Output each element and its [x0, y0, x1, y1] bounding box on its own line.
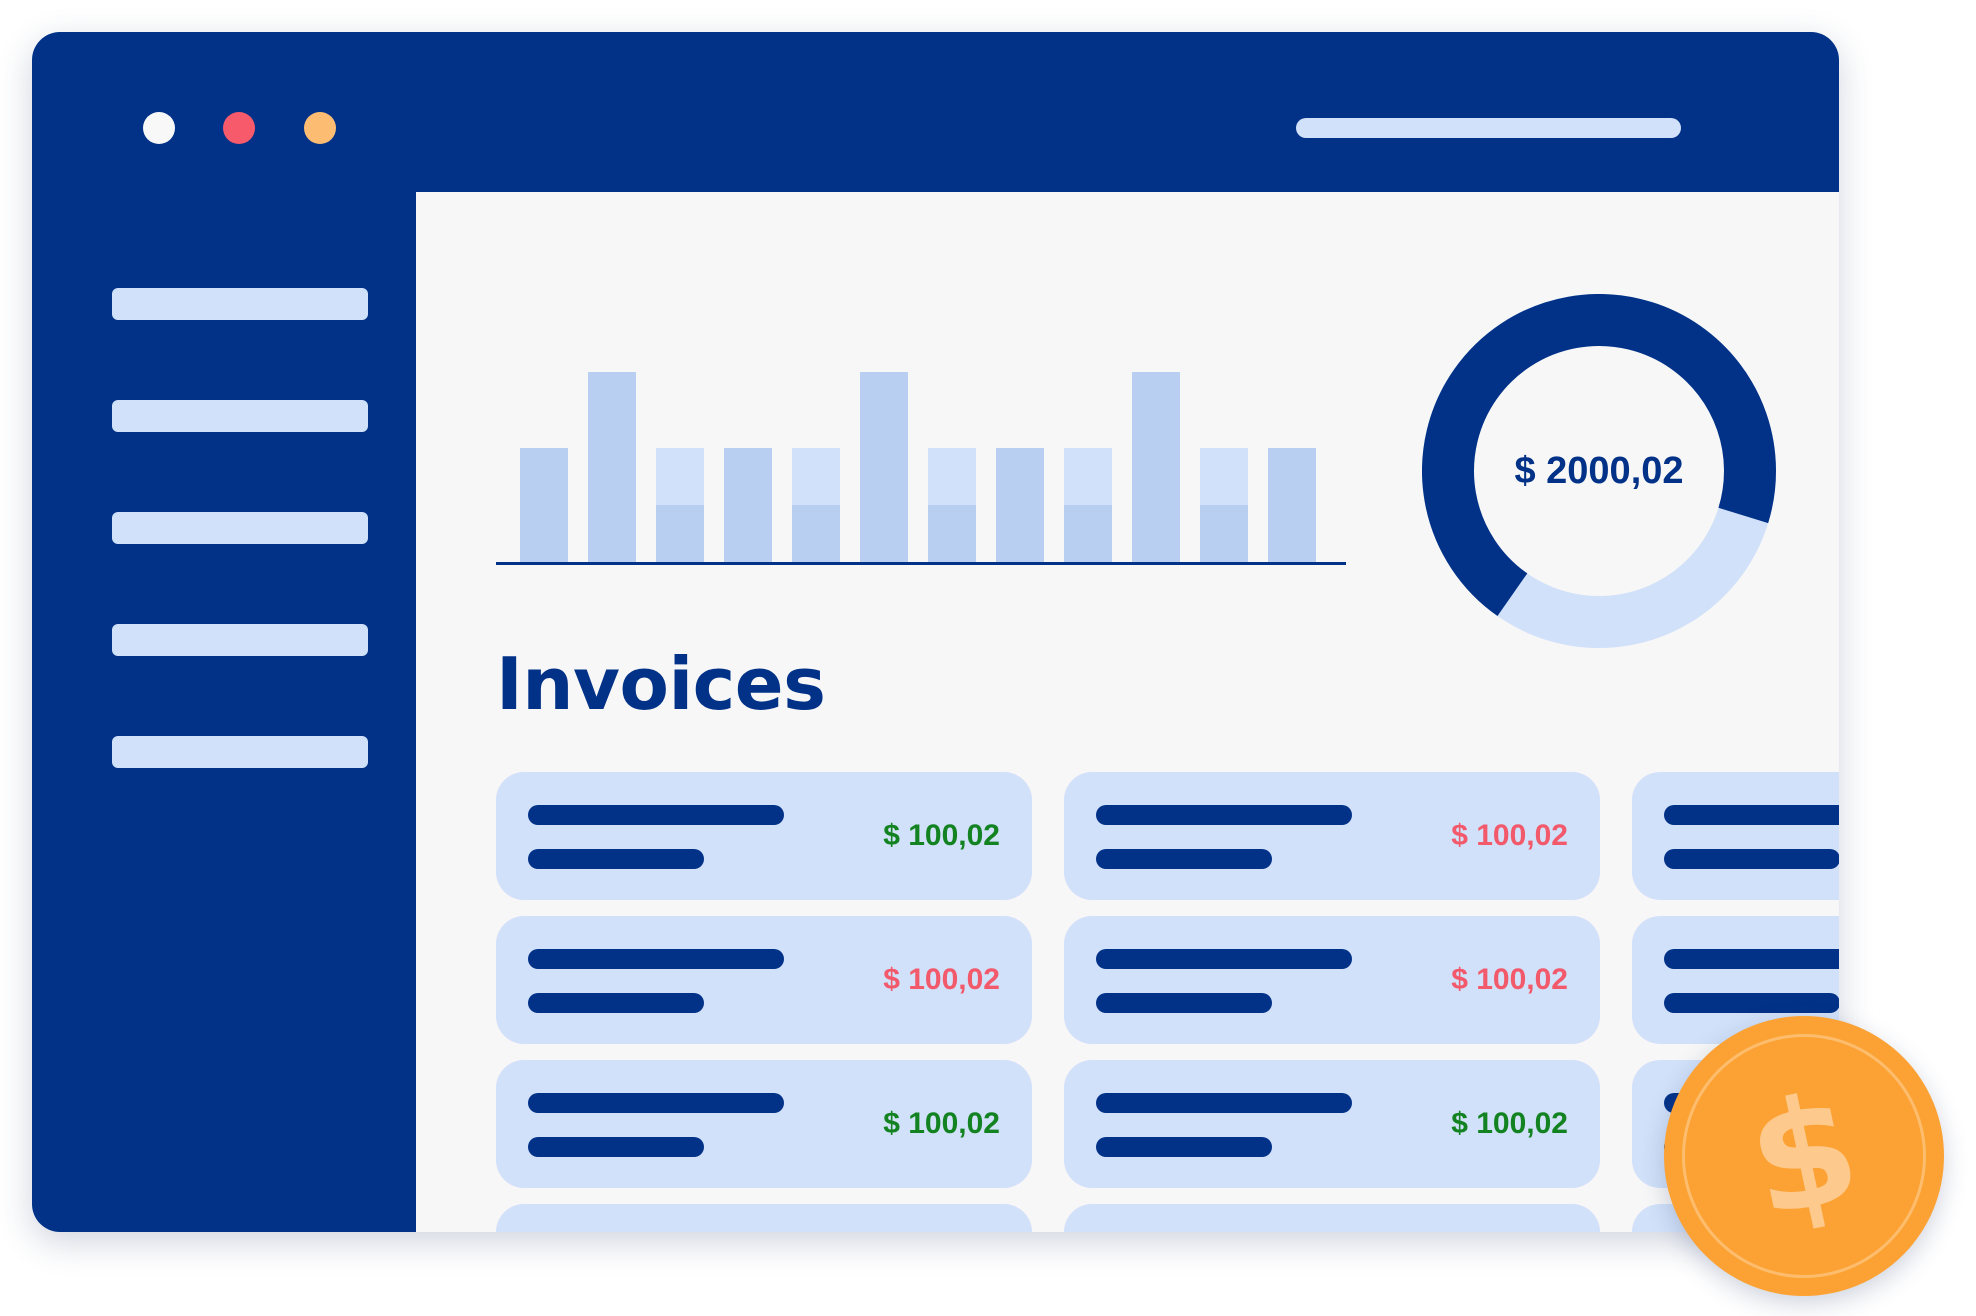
chart-bar	[1200, 448, 1248, 505]
chart-bar	[996, 448, 1044, 562]
chart-bar	[1200, 505, 1248, 562]
chart-bar	[1064, 448, 1112, 505]
invoice-amount: $ 100,02	[1451, 1107, 1568, 1140]
app-window: $ 2000,02 Invoices $ 100,02 $ 100,02 $ 100…	[32, 32, 1839, 1232]
window-close-button[interactable]	[143, 112, 175, 144]
page-title: Invoices	[496, 642, 826, 726]
invoice-title-placeholder	[1096, 805, 1352, 825]
invoice-amount: $ 100,02	[883, 1107, 1000, 1140]
invoice-amount: $ 100,02	[883, 1204, 1000, 1232]
invoice-card[interactable]: $ 100,02	[496, 1204, 1032, 1232]
sidebar-item[interactable]	[112, 512, 368, 544]
invoice-card[interactable]: $ 100,02	[1064, 916, 1600, 1044]
invoice-title-placeholder	[1664, 805, 1839, 825]
chart-bar	[724, 448, 772, 562]
chart-bar	[792, 505, 840, 562]
address-bar[interactable]	[1296, 118, 1681, 138]
chart-bar	[588, 372, 636, 562]
invoice-amount: $ 100,02	[1451, 819, 1568, 852]
coin-badge: $	[1664, 1016, 1944, 1296]
invoice-amount: $ 100,02	[883, 819, 1000, 852]
main-content: $ 2000,02 Invoices $ 100,02 $ 100,02 $ 100…	[416, 192, 1839, 1232]
invoice-subtitle-placeholder	[1096, 993, 1272, 1013]
invoice-title-placeholder	[528, 949, 784, 969]
sidebar-item[interactable]	[112, 624, 368, 656]
sidebar-item[interactable]	[112, 736, 368, 768]
chart-bar	[520, 448, 568, 562]
invoice-title-placeholder	[528, 1093, 784, 1113]
chart-bar	[792, 448, 840, 505]
invoice-title-placeholder	[1096, 949, 1352, 969]
sidebar-item[interactable]	[112, 288, 368, 320]
total-donut-chart: $ 2000,02	[1422, 294, 1776, 648]
invoice-amount: $ 100,02	[883, 963, 1000, 996]
chart-bar	[1132, 372, 1180, 562]
bar-chart-plot	[496, 372, 1346, 565]
donut-total-label: $ 2000,02	[1514, 449, 1684, 492]
chart-bar	[1064, 505, 1112, 562]
invoice-title-placeholder	[1096, 1093, 1352, 1113]
invoice-list: $ 100,02 $ 100,02 $ 100,02 $ 100,02 $ 100,02…	[496, 772, 1839, 1232]
chart-bar	[1268, 448, 1316, 562]
chart-bar	[656, 448, 704, 505]
invoice-subtitle-placeholder	[528, 1137, 704, 1157]
window-maximize-button[interactable]	[304, 112, 336, 144]
app-illustration: $ 2000,02 Invoices $ 100,02 $ 100,02 $ 100…	[0, 0, 1976, 1316]
chart-bar	[928, 505, 976, 562]
invoice-title-placeholder	[1664, 949, 1839, 969]
invoice-subtitle-placeholder	[528, 849, 704, 869]
invoice-title-placeholder	[528, 805, 784, 825]
invoice-subtitle-placeholder	[1096, 849, 1272, 869]
invoice-card[interactable]: $ 100,02	[496, 916, 1032, 1044]
invoice-subtitle-placeholder	[1096, 1137, 1272, 1157]
invoice-card[interactable]	[1632, 772, 1839, 900]
chart-bar	[656, 505, 704, 562]
invoice-card[interactable]: $ 100,02	[496, 772, 1032, 900]
window-minimize-button[interactable]	[223, 112, 255, 144]
sidebar-item[interactable]	[112, 400, 368, 432]
bar-chart	[496, 372, 1346, 572]
chart-bar	[860, 372, 908, 562]
invoice-amount: $ 100,02	[1451, 963, 1568, 996]
invoice-card[interactable]: $ 100,02	[496, 1060, 1032, 1188]
invoice-subtitle-placeholder	[1664, 849, 1839, 869]
dollar-icon: $	[1734, 1060, 1874, 1252]
invoice-card[interactable]: $ 100,02	[1064, 772, 1600, 900]
chart-bar	[928, 448, 976, 505]
invoice-amount: $ 100,02	[1451, 1204, 1568, 1232]
invoice-card[interactable]: $ 100,02	[1064, 1060, 1600, 1188]
chart-baseline	[496, 562, 1346, 565]
invoice-card[interactable]: $ 100,02	[1064, 1204, 1600, 1232]
invoice-subtitle-placeholder	[528, 993, 704, 1013]
